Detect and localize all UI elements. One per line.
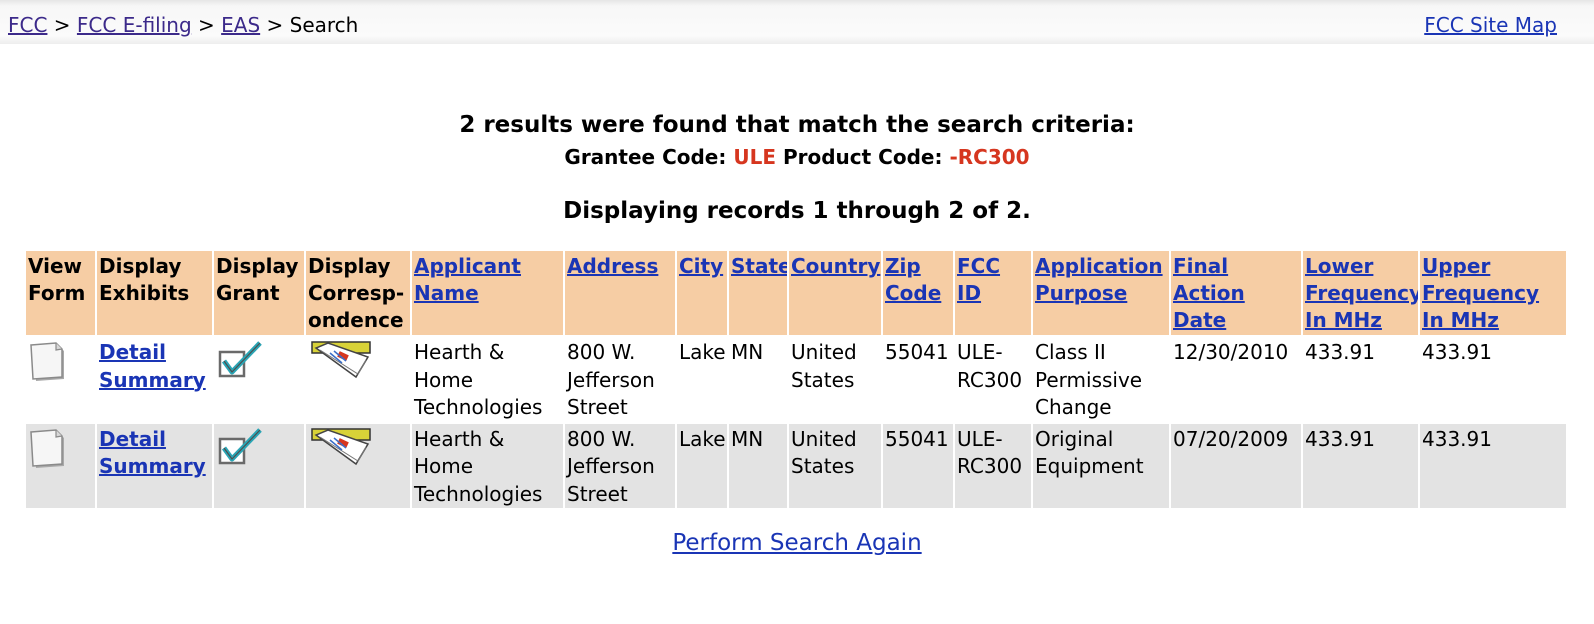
country-cell: United States (788, 335, 883, 423)
application-purpose-cell: Original Equipment (1032, 421, 1171, 508)
display-exhibits-cell: Detail Summary (96, 421, 214, 508)
applicant-name-cell: Hearth & Home Technologies (411, 335, 565, 423)
applicant-name-cell: Hearth & Home Technologies (411, 421, 565, 508)
document-icon[interactable] (28, 339, 70, 383)
checkmark-icon[interactable] (216, 339, 266, 381)
column-header-city: City (676, 251, 729, 336)
zip-code-cell: 55041 (882, 335, 955, 423)
column-header-upper-frequency: Upper Frequency In MHz (1419, 251, 1568, 336)
address-cell: 800 W. Jefferson Street (564, 335, 677, 423)
sort-state-link[interactable]: State (731, 254, 786, 278)
results-count: 2 results were found that match the sear… (459, 112, 1135, 138)
breadcrumb-separator: > (266, 13, 284, 37)
detail-summary-link[interactable]: Detail Summary (99, 340, 206, 392)
column-header-display-grant: Display Grant (213, 251, 306, 336)
document-icon[interactable] (28, 426, 70, 470)
zip-code-cell: 55041 (882, 421, 955, 508)
sort-zip-code-link[interactable]: Zip Code (885, 254, 941, 305)
envelope-icon[interactable] (308, 426, 374, 468)
search-again-container: Perform Search Again (0, 530, 1594, 556)
column-header-display-correspondence: Display Corresp-ondence (305, 251, 412, 336)
breadcrumb-current: Search (289, 13, 359, 37)
fcc-id-cell: ULE-RC300 (954, 335, 1033, 423)
breadcrumb-efiling-link[interactable]: FCC E-filing (77, 13, 192, 37)
fcc-id-cell: ULE-RC300 (954, 421, 1033, 508)
display-grant-cell (213, 335, 306, 423)
sort-fcc-id-link[interactable]: FCC ID (957, 254, 1000, 305)
column-header-display-exhibits: Display Exhibits (96, 251, 214, 336)
state-cell: MN (728, 335, 789, 423)
upper-frequency-cell: 433.91 (1419, 335, 1568, 423)
view-form-cell (26, 421, 97, 508)
column-header-application-purpose: Application Purpose (1032, 251, 1171, 336)
lower-frequency-cell: 433.91 (1302, 335, 1420, 423)
sort-application-purpose-link[interactable]: Application Purpose (1035, 254, 1163, 305)
breadcrumb-separator: > (53, 13, 71, 37)
sort-country-link[interactable]: Country (791, 254, 880, 278)
table-row: Detail Summary Hearth & Home Technologie… (26, 335, 1568, 423)
sort-address-link[interactable]: Address (567, 254, 658, 278)
breadcrumb-fcc-link[interactable]: FCC (8, 13, 47, 37)
state-cell: MN (728, 421, 789, 508)
site-map-link[interactable]: FCC Site Map (1424, 13, 1557, 37)
breadcrumb-separator: > (198, 13, 215, 37)
records-display-text: Displaying records 1 through 2 of 2. (563, 198, 1031, 224)
perform-search-again-link[interactable]: Perform Search Again (672, 530, 921, 556)
column-header-lower-frequency: Lower Frequency In MHz (1302, 251, 1420, 336)
breadcrumb: FCC > FCC E-filing > EAS > Search (8, 13, 358, 37)
display-exhibits-cell: Detail Summary (96, 335, 214, 423)
final-action-date-cell: 07/20/2009 (1170, 421, 1303, 508)
results-table: View Form Display Exhibits Display Grant… (26, 251, 1568, 508)
sort-final-action-date-link[interactable]: Final Action Date (1173, 254, 1245, 332)
sort-applicant-name-link[interactable]: Applicant Name (414, 254, 521, 305)
column-header-country: Country (788, 251, 883, 336)
table-header-row: View Form Display Exhibits Display Grant… (26, 251, 1568, 336)
breadcrumb-eas-link[interactable]: EAS (221, 13, 260, 37)
country-cell: United States (788, 421, 883, 508)
upper-frequency-cell: 433.91 (1419, 421, 1568, 508)
display-grant-cell (213, 421, 306, 508)
grantee-code-value: ULE (733, 145, 776, 169)
final-action-date-cell: 12/30/2010 (1170, 335, 1303, 423)
column-header-final-action-date: Final Action Date (1170, 251, 1303, 336)
column-header-view-form: View Form (26, 251, 97, 336)
column-header-state: State (728, 251, 789, 336)
top-bar: FCC > FCC E-filing > EAS > Search FCC Si… (0, 0, 1594, 44)
address-cell: 800 W. Jefferson Street (564, 421, 677, 508)
table-row: Detail Summary Hearth & Home Technologie… (26, 421, 1568, 508)
display-correspondence-cell (305, 335, 412, 423)
search-criteria: Grantee Code: ULE Product Code: -RC300 (0, 145, 1594, 169)
sort-lower-frequency-link[interactable]: Lower Frequency In MHz (1305, 254, 1417, 332)
lower-frequency-cell: 433.91 (1302, 421, 1420, 508)
envelope-icon[interactable] (308, 339, 374, 381)
city-cell: Lake (676, 421, 729, 508)
column-header-zip-code: Zip Code (882, 251, 955, 336)
grantee-code-label: Grantee Code: (564, 145, 727, 169)
checkmark-icon[interactable] (216, 426, 266, 468)
sort-upper-frequency-link[interactable]: Upper Frequency In MHz (1422, 254, 1539, 332)
product-code-value: -RC300 (949, 145, 1030, 169)
detail-summary-link[interactable]: Detail Summary (99, 427, 206, 479)
column-header-address: Address (564, 251, 677, 336)
view-form-cell (26, 335, 97, 423)
column-header-fcc-id: FCC ID (954, 251, 1033, 336)
product-code-label: Product Code: (782, 145, 943, 169)
city-cell: Lake (676, 335, 729, 423)
display-correspondence-cell (305, 421, 412, 508)
column-header-applicant-name: Applicant Name (411, 251, 565, 336)
application-purpose-cell: Class II Permissive Change (1032, 335, 1171, 423)
sort-city-link[interactable]: City (679, 254, 723, 278)
